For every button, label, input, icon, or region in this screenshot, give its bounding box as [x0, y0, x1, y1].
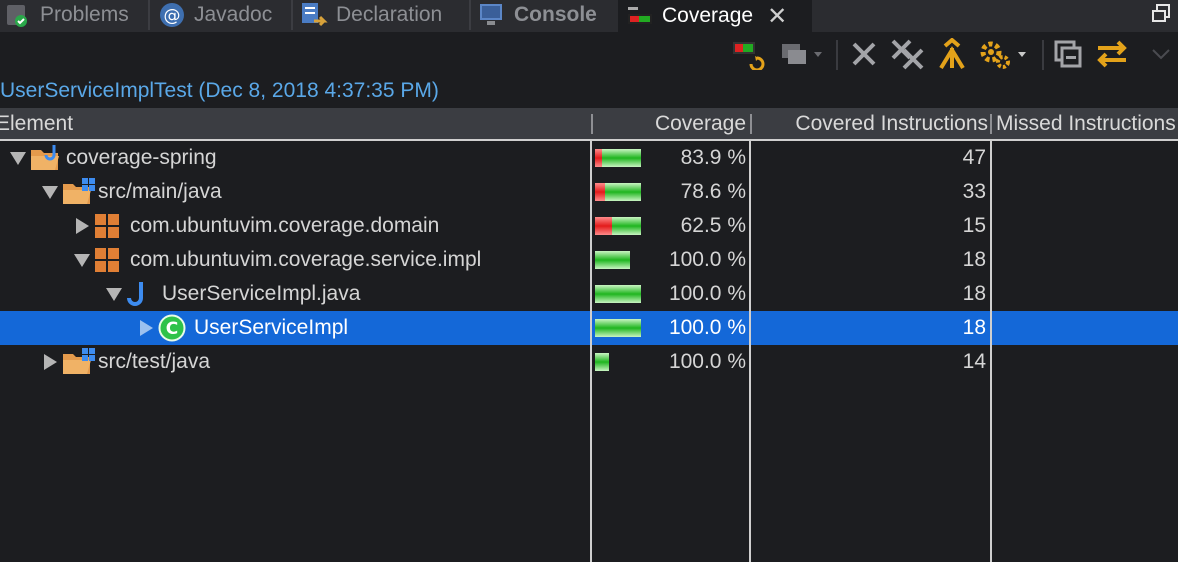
collapsed-twisty-icon[interactable]: [72, 209, 92, 243]
tab-divider: [148, 0, 150, 30]
column-divider[interactable]: [990, 114, 992, 134]
expanded-twisty-icon[interactable]: [72, 243, 92, 277]
project-icon: [30, 144, 60, 172]
expanded-twisty-icon[interactable]: [8, 141, 28, 175]
row-label: src/test/java: [98, 350, 211, 373]
tab-declaration[interactable]: Declaration: [300, 0, 442, 30]
tab-label: Javadoc: [194, 3, 273, 26]
column-line: [749, 141, 751, 562]
remove-session-icon[interactable]: [848, 38, 880, 70]
covered-instructions-count: 33: [962, 180, 986, 203]
java-file-icon: [126, 280, 156, 308]
coverage-bar: [595, 353, 609, 371]
coverage-bar: [595, 319, 641, 337]
package-icon: [94, 212, 124, 240]
covered-instructions-count: 18: [962, 248, 986, 271]
column-header-element[interactable]: Element: [0, 108, 584, 139]
coverage-bar: [595, 217, 641, 235]
tab-label: Console: [514, 3, 597, 26]
covered-instructions-count: 15: [962, 214, 986, 237]
collapsed-twisty-icon[interactable]: [136, 311, 156, 345]
tab-divider: [291, 0, 293, 30]
toolbar-divider: [836, 40, 838, 70]
coverage-bar: [595, 251, 630, 269]
restore-window-icon[interactable]: [1152, 4, 1170, 22]
svg-text:C: C: [166, 319, 178, 339]
table-row[interactable]: src/main/java 78.6 % 33: [0, 175, 1178, 209]
covered-instructions-count: 14: [962, 350, 986, 373]
declaration-icon: [300, 1, 328, 29]
collapse-all-icon[interactable]: [1052, 38, 1084, 70]
row-label: coverage-spring: [66, 146, 217, 169]
problems-icon: [4, 1, 32, 29]
expanded-twisty-icon[interactable]: [40, 175, 60, 209]
tab-divider: [469, 0, 471, 30]
coverage-percent: 100.0 %: [668, 282, 746, 305]
table-row[interactable]: C UserServiceImpl 100.0 % 18: [0, 311, 1178, 345]
coverage-session-title: UserServiceImplTest (Dec 8, 2018 4:37:35…: [0, 79, 439, 102]
table-row[interactable]: coverage-spring 83.9 % 47: [0, 141, 1178, 175]
view-menu-icon[interactable]: [1146, 38, 1176, 70]
expanded-twisty-icon[interactable]: [104, 277, 124, 311]
tab-problems[interactable]: Problems: [4, 0, 129, 30]
package-icon: [94, 246, 124, 274]
relaunch-coverage-icon[interactable]: [730, 38, 766, 70]
coverage-percent: 100.0 %: [668, 350, 746, 373]
collapse-icon[interactable]: [936, 38, 968, 70]
tab-javadoc[interactable]: @ Javadoc: [158, 0, 272, 30]
column-header-covered-instructions[interactable]: Covered Instructions: [752, 108, 988, 139]
tab-label: Problems: [40, 3, 129, 26]
settings-icon[interactable]: [978, 38, 1032, 70]
coverage-bar: [595, 183, 641, 201]
table-row[interactable]: com.ubuntuvim.coverage.service.impl 100.0…: [0, 243, 1178, 277]
covered-instructions-count: 18: [962, 316, 986, 339]
coverage-percent: 83.9 %: [680, 146, 746, 169]
column-header-missed-instructions[interactable]: Missed Instructions: [996, 108, 1178, 139]
coverage-bar: [595, 285, 641, 303]
row-label: UserServiceImpl: [194, 316, 349, 339]
coverage-tree-table: coverage-spring 83.9 % 47 src/main/java 78.6…: [0, 141, 1178, 562]
source-folder-icon: [62, 348, 95, 376]
svg-text:@: @: [164, 6, 181, 26]
table-row[interactable]: com.ubuntuvim.coverage.domain 62.5 % 15: [0, 209, 1178, 243]
close-icon[interactable]: ✕: [767, 2, 787, 31]
console-icon: [478, 1, 506, 29]
tab-label: Declaration: [336, 3, 443, 26]
view-tab-bar: Problems @ Javadoc Declaration Console C…: [0, 0, 1178, 32]
row-label: src/main/java: [98, 180, 222, 203]
coverage-percent: 78.6 %: [680, 180, 746, 203]
row-label: com.ubuntuvim.coverage.domain: [130, 214, 440, 237]
covered-instructions-count: 18: [962, 282, 986, 305]
table-row[interactable]: src/test/java 100.0 % 14: [0, 345, 1178, 379]
column-header-coverage[interactable]: Coverage: [593, 108, 746, 139]
table-header: Element Coverage Covered Instructions Mi…: [0, 108, 1178, 141]
coverage-icon: [626, 2, 654, 30]
row-label: com.ubuntuvim.coverage.service.impl: [130, 248, 482, 271]
tab-coverage[interactable]: Coverage ✕: [618, 0, 812, 32]
coverage-percent: 100.0 %: [668, 248, 746, 271]
row-label: UserServiceImpl.java: [162, 282, 361, 305]
coverage-percent: 100.0 %: [668, 316, 746, 339]
coverage-bar: [595, 149, 641, 167]
merge-sessions-icon[interactable]: [776, 38, 826, 70]
tab-console[interactable]: Console: [478, 0, 597, 30]
covered-instructions-count: 47: [962, 146, 986, 169]
toolbar-divider: [1042, 40, 1044, 70]
column-line: [990, 141, 992, 562]
javadoc-icon: @: [158, 1, 186, 29]
class-icon: C: [158, 314, 188, 342]
link-with-editor-icon[interactable]: [1094, 38, 1130, 70]
coverage-toolbar: [0, 32, 1178, 76]
column-line: [590, 141, 592, 562]
coverage-percent: 62.5 %: [680, 214, 746, 237]
source-folder-icon: [62, 178, 95, 206]
remove-all-sessions-icon[interactable]: [890, 38, 926, 70]
collapsed-twisty-icon[interactable]: [40, 345, 60, 379]
tab-label: Coverage: [662, 4, 754, 27]
table-row[interactable]: UserServiceImpl.java 100.0 % 18: [0, 277, 1178, 311]
